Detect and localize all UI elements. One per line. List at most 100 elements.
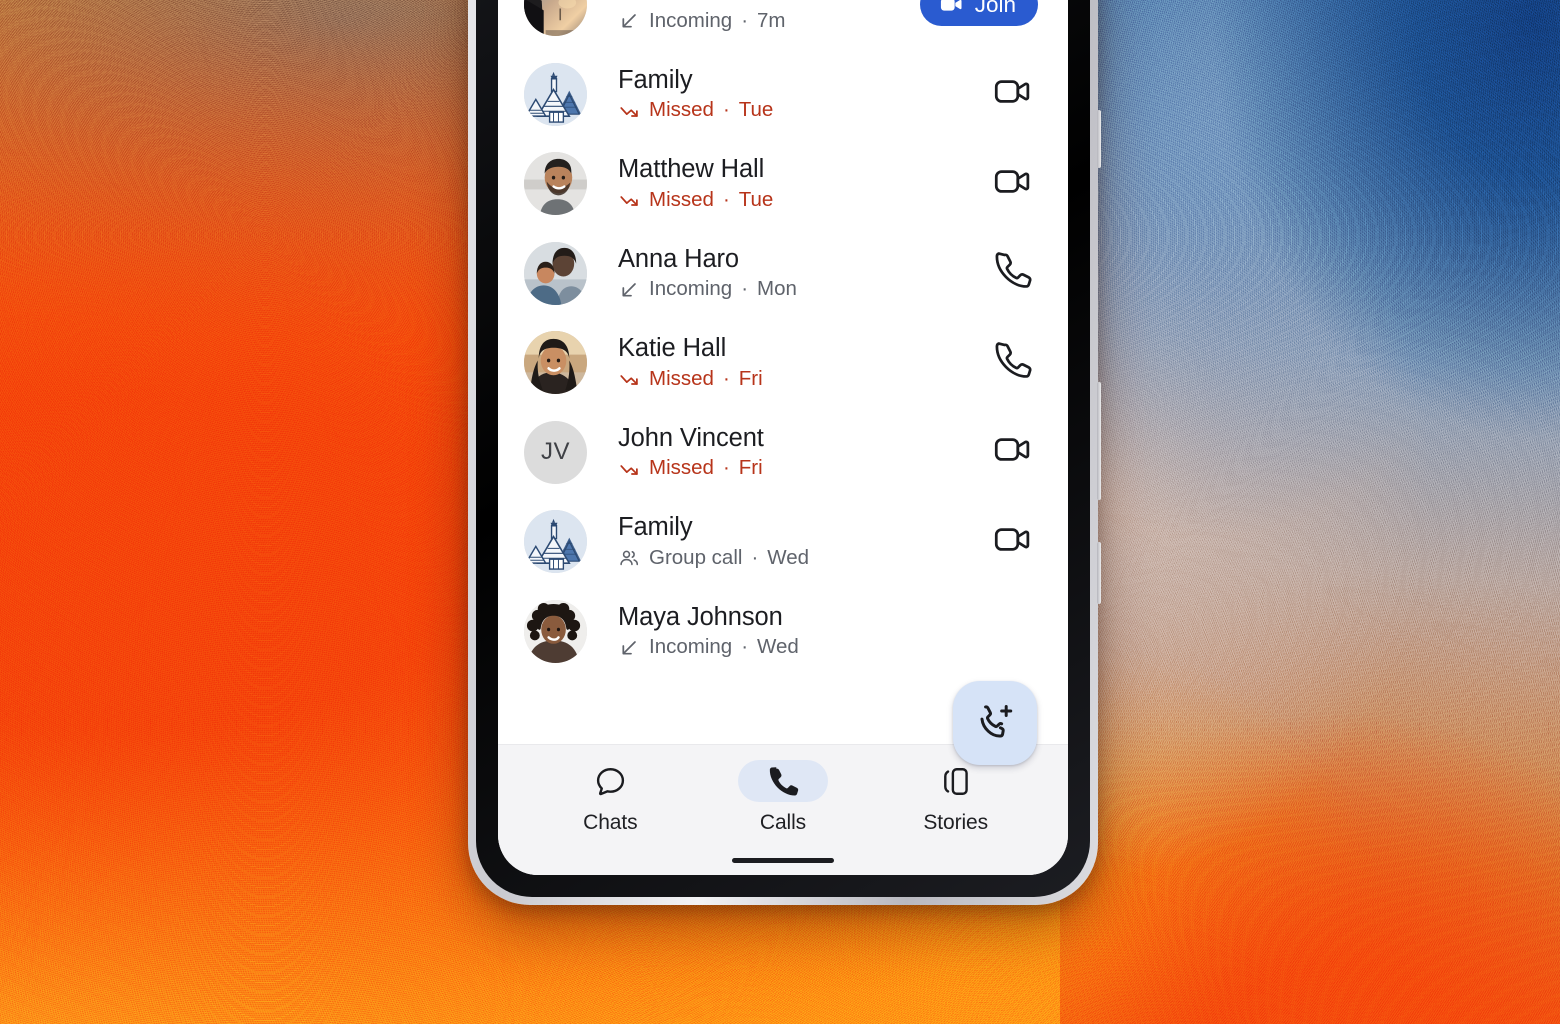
video-camera-icon: [992, 161, 1033, 207]
phone-device-frame: Roommates Incoming · 7m Join Family Missed · Tue…: [468, 0, 1101, 905]
avatar-photo-couple: [524, 241, 587, 305]
video-call-button[interactable]: [986, 68, 1038, 120]
voice-call-button[interactable]: [986, 337, 1038, 389]
call-item-text: Family Missed · Tue: [618, 66, 972, 123]
call-item-status: Missed · Fri: [618, 456, 972, 481]
call-item-status: Missed · Tue: [618, 188, 972, 213]
video-camera-icon: [992, 429, 1033, 475]
nav-tab-chats[interactable]: Chats: [524, 759, 697, 836]
video-call-button[interactable]: [986, 516, 1038, 568]
call-item-status: Missed · Tue: [618, 98, 972, 123]
stories-icon: [911, 760, 1001, 802]
call-item-time: Fri: [738, 366, 763, 390]
call-item-text: Family Group call · Wed: [618, 513, 972, 570]
arrow-trend-down-icon: [618, 458, 640, 480]
phone-side-button-volume-up: [1097, 110, 1101, 168]
call-item-separator: ·: [722, 366, 730, 390]
call-list-item[interactable]: JV John Vincent Missed · Fri: [498, 407, 1068, 497]
nav-tab-calls-label: Calls: [759, 811, 807, 834]
call-item-status: Incoming · Wed: [618, 635, 1038, 660]
video-call-button[interactable]: [986, 426, 1038, 478]
call-item-separator: ·: [722, 187, 730, 211]
video-call-button[interactable]: [986, 158, 1038, 210]
call-item-separator: ·: [741, 635, 749, 659]
call-item-time: Tue: [738, 98, 774, 122]
avatar-illustration-house: [524, 62, 587, 126]
phone-icon: [738, 760, 828, 802]
phone-plus-icon: [974, 701, 1016, 746]
new-call-fab-button[interactable]: [953, 681, 1037, 765]
join-call-button[interactable]: Join: [919, 0, 1038, 27]
avatar-initials: JV: [540, 438, 570, 466]
call-list-item[interactable]: Family Group call · Wed: [498, 497, 1068, 587]
phone-screen: Roommates Incoming · 7m Join Family Missed · Tue…: [498, 0, 1068, 875]
video-camera-icon: [992, 71, 1033, 117]
call-item-text: John Vincent Missed · Fri: [618, 424, 972, 481]
call-item-time: Mon: [757, 277, 797, 301]
avatar: [524, 599, 587, 663]
call-item-name: Roommates: [618, 0, 920, 6]
call-item-status-text: Group call: [649, 545, 743, 569]
phone-side-button-volume-down: [1097, 382, 1101, 500]
phone-handset-icon: [992, 250, 1033, 296]
avatar: [524, 62, 587, 126]
arrow-trend-down-icon: [618, 100, 640, 122]
avatar: [524, 331, 587, 395]
call-list-item[interactable]: Roommates Incoming · 7m Join: [498, 0, 1068, 50]
call-item-separator: ·: [751, 545, 759, 569]
call-item-status-text: Incoming: [649, 277, 733, 301]
call-item-separator: ·: [722, 456, 730, 480]
home-indicator: [732, 858, 834, 863]
nav-tab-calls[interactable]: Calls: [697, 759, 870, 836]
people-icon: [618, 547, 640, 569]
call-item-name: Anna Haro: [618, 244, 740, 273]
call-item-status: Incoming · 7m: [618, 9, 920, 34]
call-history-list[interactable]: Roommates Incoming · 7m Join Family Missed · Tue…: [498, 0, 1068, 744]
call-item-name: John Vincent: [618, 423, 764, 452]
arrow-down-left-icon: [618, 279, 640, 301]
call-item-text: Katie Hall Missed · Fri: [618, 334, 972, 391]
phone-handset-icon: [992, 340, 1033, 386]
avatar: [524, 0, 587, 37]
call-item-text: Roommates Incoming · 7m: [618, 0, 920, 33]
avatar-illustration-house: [524, 510, 587, 574]
nav-tab-chats-label: Chats: [583, 811, 638, 834]
call-item-name: Matthew Hall: [618, 155, 765, 184]
call-item-status-text: Incoming: [649, 8, 733, 32]
call-item-name: Family: [618, 65, 693, 94]
avatar: [524, 510, 587, 574]
call-item-status-text: Incoming: [649, 635, 733, 659]
call-item-name: Family: [618, 513, 693, 542]
bottom-nav-items: Chats Calls Stories: [498, 759, 1068, 836]
call-item-text: Anna Haro Incoming · Mon: [618, 245, 972, 302]
call-list-item[interactable]: Family Missed · Tue: [498, 49, 1068, 139]
avatar-photo-sunset: [524, 0, 587, 37]
call-list-item[interactable]: Maya Johnson Incoming · Wed: [498, 586, 1068, 676]
call-item-name: Katie Hall: [618, 334, 727, 363]
call-item-separator: ·: [722, 98, 730, 122]
call-item-time: Fri: [738, 456, 763, 480]
call-item-time: Wed: [757, 635, 799, 659]
call-item-status: Missed · Fri: [618, 367, 972, 392]
call-item-text: Maya Johnson Incoming · Wed: [618, 603, 1038, 660]
arrow-down-left-icon: [618, 637, 640, 659]
arrow-trend-down-icon: [618, 368, 640, 390]
avatar: JV: [524, 420, 587, 484]
nav-tab-stories[interactable]: Stories: [869, 759, 1042, 836]
voice-call-button[interactable]: [986, 247, 1038, 299]
call-item-separator: ·: [741, 277, 749, 301]
call-item-status-text: Missed: [649, 456, 714, 480]
avatar-photo-man: [524, 152, 587, 216]
call-list-item[interactable]: Matthew Hall Missed · Tue: [498, 139, 1068, 229]
avatar-photo-woman-smiling: [524, 331, 587, 395]
call-list-item[interactable]: Katie Hall Missed · Fri: [498, 318, 1068, 408]
call-item-status: Group call · Wed: [618, 546, 972, 571]
call-item-status-text: Missed: [649, 98, 714, 122]
call-item-time: Wed: [767, 545, 810, 569]
call-list-item[interactable]: Anna Haro Incoming · Mon: [498, 228, 1068, 318]
call-item-separator: ·: [741, 8, 749, 32]
call-item-status: Incoming · Mon: [618, 277, 972, 302]
arrow-trend-down-icon: [618, 189, 640, 211]
call-item-name: Maya Johnson: [618, 602, 783, 631]
video-camera-icon: [938, 0, 965, 18]
